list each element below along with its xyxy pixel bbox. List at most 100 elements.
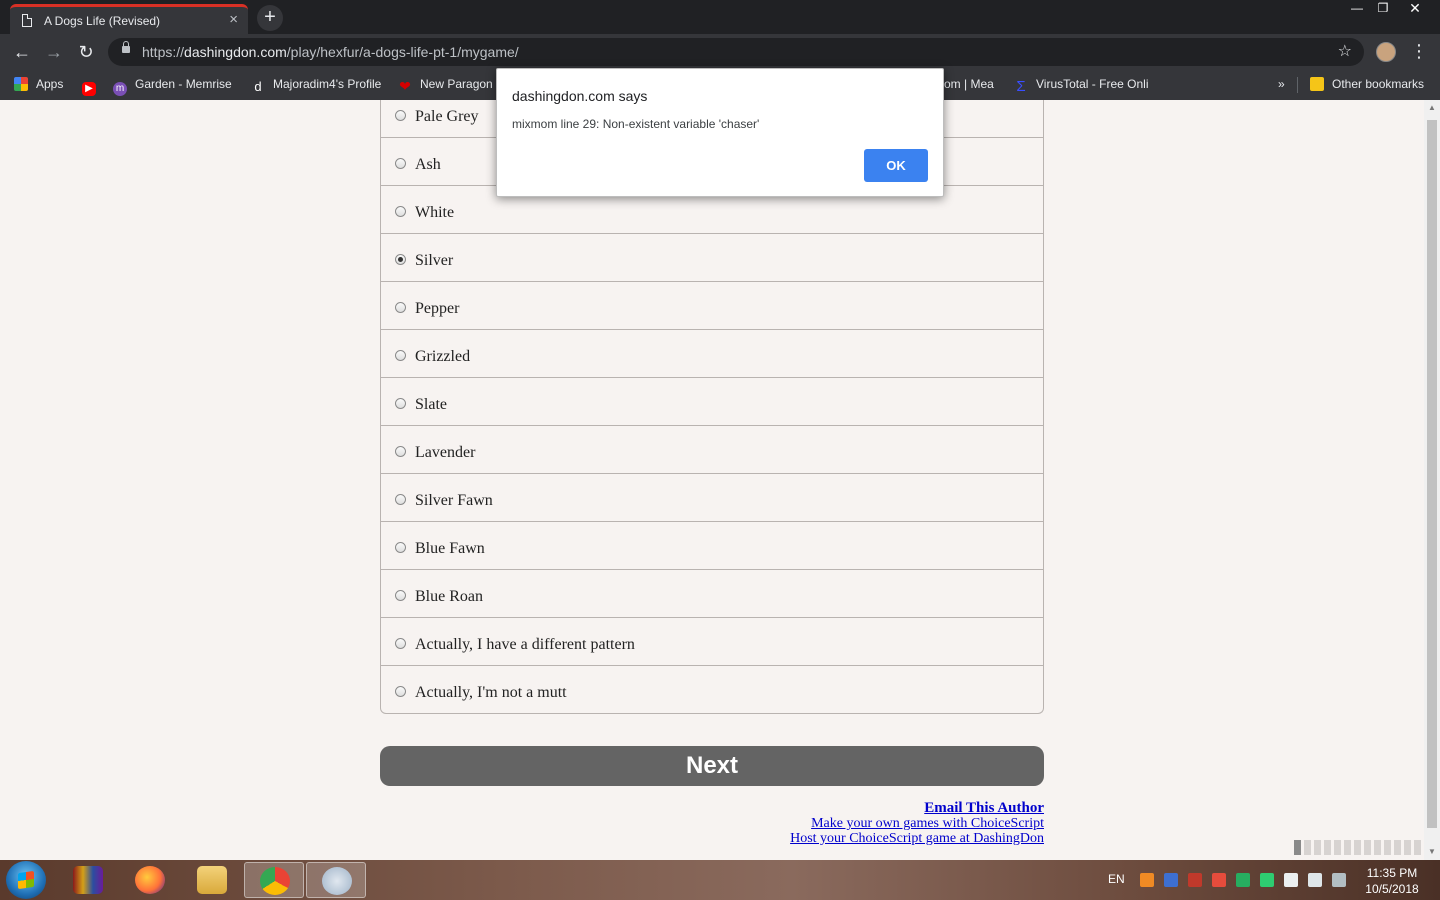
memrise-icon: m (113, 82, 127, 96)
radio-button[interactable] (395, 638, 406, 649)
radio-button[interactable] (395, 590, 406, 601)
radio-button[interactable] (395, 350, 406, 361)
bookmarks-overflow-icon[interactable]: » (1278, 77, 1285, 91)
choice-option[interactable]: Grizzled (381, 330, 1043, 378)
volume-icon[interactable] (1308, 873, 1322, 887)
radio-button[interactable] (395, 446, 406, 457)
winrar-icon (73, 866, 103, 894)
reload-icon[interactable]: ↻ (74, 40, 98, 64)
minimize-window-icon[interactable]: — (1344, 0, 1370, 18)
tray-app-icon[interactable] (1140, 873, 1154, 887)
tray-check-icon[interactable] (1236, 873, 1250, 887)
choice-option[interactable]: Lavender (381, 426, 1043, 474)
menu-dots-icon[interactable]: ⋮ (1410, 40, 1428, 62)
email-author-link[interactable]: Email This Author (600, 801, 1044, 816)
apps-grid-icon (14, 77, 28, 91)
taskbar-chrome[interactable] (244, 862, 304, 898)
address-bar[interactable]: https://dashingdon.com/play/hexfur/a-dog… (108, 38, 1364, 66)
choice-option-label: White (415, 204, 455, 221)
choice-option-label: Slate (415, 396, 447, 413)
scroll-thumb[interactable] (1427, 120, 1437, 828)
scroll-down-arrow-icon[interactable]: ▼ (1424, 844, 1440, 860)
choice-option[interactable]: Silver (381, 234, 1043, 282)
choice-option[interactable]: Blue Fawn (381, 522, 1043, 570)
choice-option[interactable]: Actually, I'm not a mutt (381, 666, 1043, 713)
bookmark-profile[interactable]: d Majoradim4's Profile (251, 77, 381, 94)
tab-close-icon[interactable]: × (229, 11, 238, 28)
lock-icon (122, 41, 130, 53)
taskbar-winrar[interactable] (58, 862, 118, 898)
network-signal-icon[interactable] (1332, 873, 1346, 887)
radio-button[interactable] (395, 158, 406, 169)
restore-window-icon[interactable]: ❐ (1370, 0, 1396, 18)
bookmark-new-paragon[interactable]: ❤ New Paragon (398, 77, 493, 93)
bookmark-memrise[interactable]: m Garden - Memrise (113, 77, 232, 96)
firefox-icon (135, 866, 165, 894)
tray-app-icon[interactable] (1260, 873, 1274, 887)
choice-option-label: Blue Roan (415, 588, 483, 605)
folder-icon (197, 866, 227, 894)
start-button-icon[interactable] (6, 861, 46, 899)
make-games-link[interactable]: Make your own games with ChoiceScript (600, 816, 1044, 831)
folder-icon (1310, 77, 1324, 91)
footer-links: Email This Author Make your own games wi… (600, 801, 1044, 847)
radio-button[interactable] (395, 254, 406, 265)
choice-option-label: Silver (415, 252, 454, 269)
tray-app-icon[interactable] (1164, 873, 1178, 887)
tray-app-icon[interactable] (1212, 873, 1226, 887)
choice-option[interactable]: Silver Fawn (381, 474, 1043, 522)
radio-button[interactable] (395, 686, 406, 697)
choice-option[interactable]: Blue Roan (381, 570, 1043, 618)
new-tab-button[interactable]: + (257, 5, 283, 31)
profile-avatar-icon[interactable] (1376, 42, 1396, 62)
radio-button[interactable] (395, 206, 406, 217)
bookmark-virustotal[interactable]: Σ VirusTotal - Free Onli (1014, 77, 1148, 94)
forward-arrow-icon[interactable]: → (42, 40, 66, 64)
bookmark-other[interactable]: Other bookmarks (1310, 77, 1424, 91)
page-scrollbar[interactable]: ▲ ▼ (1424, 100, 1440, 860)
speaker-muted-icon[interactable] (1188, 873, 1202, 887)
choice-option-label: Grizzled (415, 348, 471, 365)
scroll-up-arrow-icon[interactable]: ▲ (1424, 100, 1440, 116)
loading-indicator (1294, 840, 1424, 855)
browser-titlebar: A Dogs Life (Revised) × + — ❐ ✕ (0, 0, 1440, 34)
close-window-icon[interactable]: ✕ (1396, 0, 1434, 18)
choice-option[interactable]: Actually, I have a different pattern (381, 618, 1043, 666)
bookmark-apps[interactable]: Apps (14, 77, 63, 91)
choice-option[interactable]: Slate (381, 378, 1043, 426)
radio-button[interactable] (395, 302, 406, 313)
host-game-link[interactable]: Host your ChoiceScript game at DashingDo… (600, 831, 1044, 846)
page-content: Pale Grey Ash White Silver Pepper Grizzled Sla… (0, 100, 1424, 860)
choice-option-label: Pale Grey (415, 108, 479, 125)
tab-title: A Dogs Life (Revised) (44, 14, 161, 28)
windows-taskbar: EN 11:35 PM 10/5/2018 (0, 860, 1440, 900)
page-icon (22, 14, 32, 27)
choice-option-label: Ash (415, 156, 441, 173)
taskbar-paint[interactable] (306, 862, 366, 898)
system-tray: EN 11:35 PM 10/5/2018 (1100, 860, 1440, 900)
choice-option-label: Actually, I'm not a mutt (415, 684, 567, 701)
bookmark-star-icon[interactable]: ☆ (1338, 41, 1352, 61)
radio-button[interactable] (395, 494, 406, 505)
back-arrow-icon[interactable]: ← (10, 40, 34, 64)
taskbar-explorer[interactable] (182, 862, 242, 898)
url-text[interactable]: https://dashingdon.com/play/hexfur/a-dog… (142, 44, 519, 60)
choice-option[interactable]: Pepper (381, 282, 1043, 330)
choice-option-label: Pepper (415, 300, 460, 317)
next-button[interactable]: Next (380, 746, 1044, 786)
bookmark-youtube[interactable]: ▶ (82, 77, 104, 96)
dialog-title: dashingdon.com says (512, 88, 648, 104)
taskbar-clock[interactable]: 11:35 PM 10/5/2018 (1352, 865, 1432, 897)
choice-option-label: Silver Fawn (415, 492, 493, 509)
ok-button[interactable]: OK (864, 149, 928, 182)
radio-button[interactable] (395, 110, 406, 121)
bookmark-partial[interactable]: om | Mea (944, 77, 994, 91)
language-indicator[interactable]: EN (1108, 872, 1125, 886)
paint-palette-icon (322, 867, 352, 895)
taskbar-firefox[interactable] (120, 862, 180, 898)
radio-button[interactable] (395, 398, 406, 409)
choice-option-label: Lavender (415, 444, 476, 461)
action-center-flag-icon[interactable] (1284, 873, 1298, 887)
browser-tab[interactable]: A Dogs Life (Revised) × (10, 4, 248, 34)
radio-button[interactable] (395, 542, 406, 553)
